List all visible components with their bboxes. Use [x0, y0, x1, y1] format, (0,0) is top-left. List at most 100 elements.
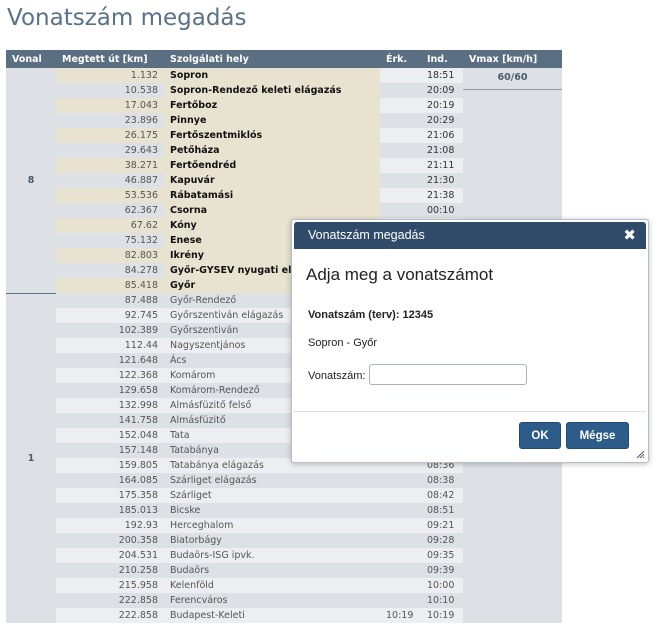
station-cell: Kelenföld — [164, 578, 380, 593]
station-cell: Szárliget elágazás — [164, 473, 380, 488]
km-cell: 152.048 — [56, 428, 164, 443]
header-ind: Ind. — [421, 50, 463, 68]
km-cell: 215.958 — [56, 578, 164, 593]
km-cell: 175.358 — [56, 488, 164, 503]
arrival-cell — [380, 188, 421, 203]
km-cell: 1.132 — [56, 68, 164, 83]
header-erk: Érk. — [380, 50, 421, 68]
station-cell: Pinnye — [164, 113, 380, 128]
dialog-titlebar[interactable]: Vonatszám megadás ✖ — [294, 222, 646, 249]
departure-cell: 18:51 — [421, 68, 463, 83]
departure-cell: 21:08 — [421, 143, 463, 158]
station-cell: Fertőboz — [164, 98, 380, 113]
km-cell: 29.643 — [56, 143, 164, 158]
departure-cell: 20:09 — [421, 83, 463, 98]
km-cell: 204.531 — [56, 548, 164, 563]
arrival-cell — [380, 143, 421, 158]
km-cell: 222.858 — [56, 608, 164, 623]
dialog-divider — [294, 411, 646, 412]
km-cell: 84.278 — [56, 263, 164, 278]
header-km: Megtett út [km] — [56, 50, 164, 68]
km-cell: 192.93 — [56, 518, 164, 533]
planned-train-number: Vonatszám (terv): 12345 — [308, 309, 434, 321]
km-cell: 26.175 — [56, 128, 164, 143]
station-cell: Kapuvár — [164, 173, 380, 188]
departure-cell: 09:35 — [421, 548, 463, 563]
departure-cell: 10:00 — [421, 578, 463, 593]
km-cell: 38.271 — [56, 158, 164, 173]
train-number-input[interactable] — [369, 364, 527, 385]
station-cell: Budaörs-ISG ipvk. — [164, 548, 380, 563]
arrival-cell — [380, 68, 421, 83]
table-row: 8 1.132 Sopron 18:51 60/60 — [6, 68, 562, 623]
departure-cell: 21:38 — [421, 188, 463, 203]
km-cell: 122.368 — [56, 368, 164, 383]
station-cell: Csorna — [164, 203, 380, 218]
header-hely: Szolgálati hely — [164, 50, 380, 68]
departure-cell: 10:10 — [421, 593, 463, 608]
km-cell: 10.538 — [56, 83, 164, 98]
departure-cell: 09:39 — [421, 563, 463, 578]
cancel-button[interactable]: Mégse — [566, 422, 629, 449]
departure-cell: 10:19 — [421, 608, 463, 623]
arrival-cell — [380, 113, 421, 128]
station-cell: Ferencváros — [164, 593, 380, 608]
resize-handle-icon[interactable] — [635, 449, 645, 459]
station-cell: Budaörs — [164, 563, 380, 578]
departure-cell: 08:38 — [421, 473, 463, 488]
departure-cell: 09:28 — [421, 533, 463, 548]
station-cell: Sopron-Rendező keleti elágazás — [164, 83, 380, 98]
km-cell: 82.803 — [56, 248, 164, 263]
close-icon[interactable]: ✖ — [623, 222, 636, 249]
departure-cell: 21:30 — [421, 173, 463, 188]
km-cell: 102.389 — [56, 323, 164, 338]
arrival-cell — [380, 533, 421, 548]
km-cell: 67.62 — [56, 218, 164, 233]
vonal-cell: 8 — [6, 68, 56, 293]
station-cell: Fertőendréd — [164, 158, 380, 173]
arrival-cell — [380, 158, 421, 173]
header-vmax: Vmax [km/h] — [463, 50, 562, 68]
page-title: Vonatszám megadás — [7, 5, 247, 31]
departure-cell: 20:19 — [421, 98, 463, 113]
route-text: Sopron - Győr — [308, 337, 378, 349]
km-cell: 157.148 — [56, 443, 164, 458]
ok-button[interactable]: OK — [519, 422, 561, 449]
km-cell: 87.488 — [56, 293, 164, 308]
arrival-cell — [380, 593, 421, 608]
station-cell: Budapest-Keleti — [164, 608, 380, 623]
km-cell: 222.858 — [56, 593, 164, 608]
arrival-cell: 10:19 — [380, 608, 421, 623]
station-cell: Fertőszentmiklós — [164, 128, 380, 143]
km-cell: 121.648 — [56, 353, 164, 368]
km-cell: 53.536 — [56, 188, 164, 203]
arrival-cell — [380, 548, 421, 563]
km-cell: 210.258 — [56, 563, 164, 578]
table-header-row: Vonal Megtett út [km] Szolgálati hely Ér… — [6, 50, 562, 68]
departure-cell: 08:42 — [421, 488, 463, 503]
dialog-title: Vonatszám megadás — [308, 228, 425, 242]
train-number-dialog: Vonatszám megadás ✖ Adja meg a vonatszám… — [291, 219, 649, 463]
km-cell: 92.745 — [56, 308, 164, 323]
departure-cell: 21:06 — [421, 128, 463, 143]
station-cell: Szárliget — [164, 488, 380, 503]
km-cell: 62.367 — [56, 203, 164, 218]
arrival-cell — [380, 128, 421, 143]
vmax-divider — [463, 89, 562, 90]
vonal-cell: 1 — [6, 292, 56, 623]
station-cell: Rábatamási — [164, 188, 380, 203]
train-number-label: Vonatszám: — [308, 370, 366, 382]
arrival-cell — [380, 488, 421, 503]
arrival-cell — [380, 98, 421, 113]
departure-cell: 00:10 — [421, 203, 463, 218]
km-cell: 23.896 — [56, 113, 164, 128]
header-vonal: Vonal — [6, 50, 56, 68]
arrival-cell — [380, 563, 421, 578]
dialog-heading: Adja meg a vonatszámot — [306, 265, 494, 284]
arrival-cell — [380, 173, 421, 188]
km-cell: 85.418 — [56, 278, 164, 293]
station-cell: Bicske — [164, 503, 380, 518]
km-cell: 46.887 — [56, 173, 164, 188]
km-cell: 185.013 — [56, 503, 164, 518]
station-cell: Sopron — [164, 68, 380, 83]
